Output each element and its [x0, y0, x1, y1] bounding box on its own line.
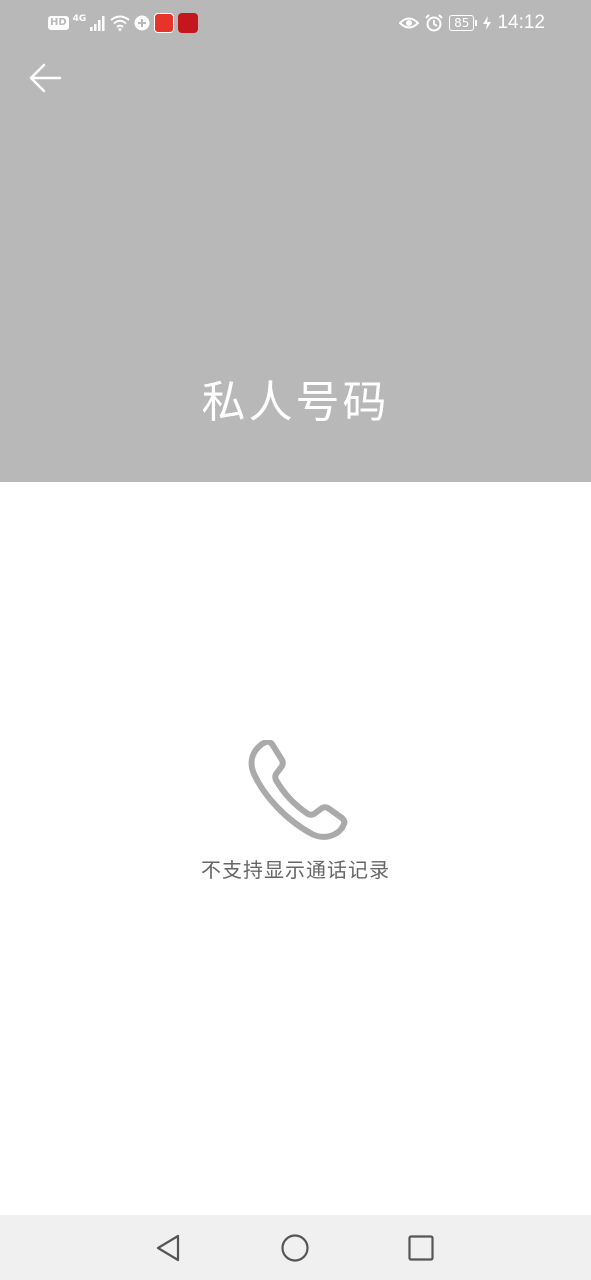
screen: HD 4G 85 14:12 私人号码 不支持显示通话记录 — [0, 0, 591, 1280]
data-saver-icon — [134, 15, 150, 31]
navigation-bar — [0, 1215, 591, 1280]
status-right: 85 14:12 — [399, 12, 545, 34]
battery-tip — [475, 20, 478, 26]
red-app-icon — [178, 13, 199, 33]
status-bar: HD 4G 85 14:12 — [0, 0, 591, 46]
alarm-icon — [425, 14, 443, 32]
header: HD 4G 85 14:12 私人号码 — [0, 0, 591, 482]
nav-home-button[interactable] — [278, 1231, 312, 1265]
wifi-icon — [110, 15, 130, 31]
battery-level: 85 — [449, 15, 475, 31]
back-button[interactable] — [26, 58, 66, 98]
home-circle-icon — [281, 1234, 309, 1262]
empty-state: 不支持显示通话记录 — [0, 740, 591, 883]
signal-icon — [90, 16, 105, 31]
status-left: HD 4G — [48, 12, 199, 34]
page-title: 私人号码 — [201, 377, 390, 428]
nav-recents-button[interactable] — [404, 1231, 438, 1265]
clock: 14:12 — [497, 12, 545, 33]
back-triangle-icon — [156, 1234, 180, 1262]
nav-back-button[interactable] — [152, 1231, 186, 1265]
eye-comfort-icon — [399, 17, 420, 29]
recents-square-icon — [408, 1235, 434, 1261]
back-arrow-icon — [29, 63, 62, 93]
phone-icon — [248, 740, 347, 840]
charging-icon — [483, 16, 492, 30]
network-type: 4G — [72, 14, 87, 24]
toutiao-app-icon — [154, 13, 175, 33]
hd-icon: HD — [48, 16, 69, 30]
battery-icon: 85 — [449, 15, 478, 31]
empty-message: 不支持显示通话记录 — [201, 858, 390, 882]
